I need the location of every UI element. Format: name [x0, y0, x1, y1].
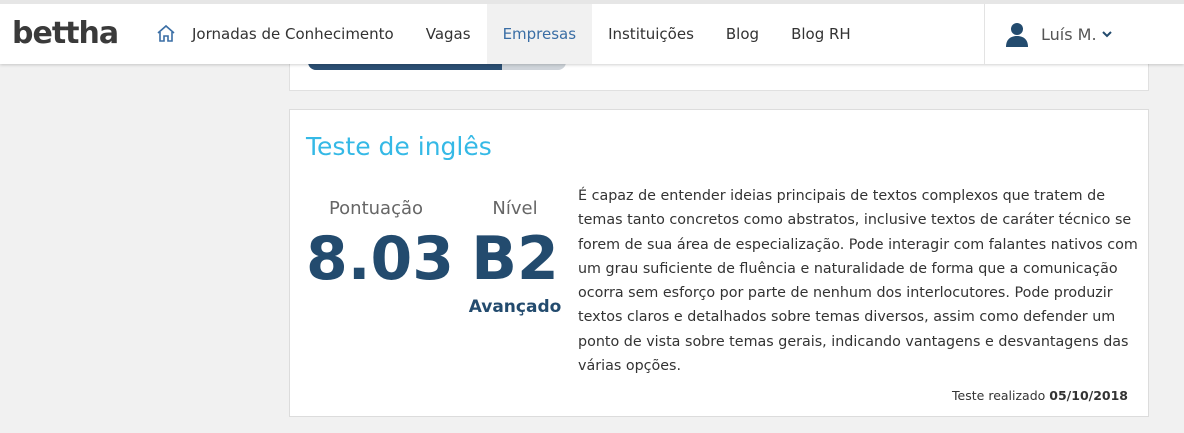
level-block: Nível B2 Avançado: [465, 198, 565, 317]
level-value: B2: [471, 224, 559, 294]
level-description: Avançado: [468, 297, 562, 317]
nav-item-empresas[interactable]: Empresas: [486, 4, 593, 64]
logo[interactable]: bettha: [12, 16, 119, 51]
home-icon[interactable]: [156, 24, 176, 44]
user-avatar-icon: [1006, 23, 1028, 47]
test-date-value: 05/10/2018: [1049, 388, 1128, 403]
english-test-card: Teste de inglês Pontuação 8.03 Nível B2 …: [289, 109, 1149, 417]
top-header: bettha Jornadas de Conhecimento Vagas Em…: [0, 0, 1184, 64]
nav-item-vagas[interactable]: Vagas: [410, 4, 487, 64]
nav-label: Jornadas de Conhecimento: [192, 25, 394, 43]
user-menu[interactable]: Luís M.: [984, 4, 1184, 64]
score-label: Pontuação: [328, 198, 424, 219]
level-label: Nível: [492, 198, 538, 219]
user-name: Luís M.: [1041, 24, 1097, 44]
nav-item-instituicoes[interactable]: Instituições: [592, 4, 710, 64]
nav-item-blog-rh[interactable]: Blog RH: [775, 4, 867, 64]
chevron-down-icon[interactable]: [1101, 28, 1113, 40]
previous-card: [289, 60, 1149, 91]
main-nav: Jornadas de Conhecimento Vagas Empresas …: [140, 4, 867, 64]
card-title: Teste de inglês: [306, 132, 492, 161]
score-block: Pontuação 8.03: [306, 198, 455, 295]
nav-item-jornadas[interactable]: Jornadas de Conhecimento: [140, 4, 410, 64]
nav-item-blog[interactable]: Blog: [710, 4, 775, 64]
test-date-note: Teste realizado 05/10/2018: [952, 388, 1128, 403]
score-value: 8.03: [306, 224, 455, 294]
level-description-text: É capaz de entender ideias principais de…: [578, 188, 1138, 375]
test-date-label: Teste realizado: [952, 388, 1046, 403]
